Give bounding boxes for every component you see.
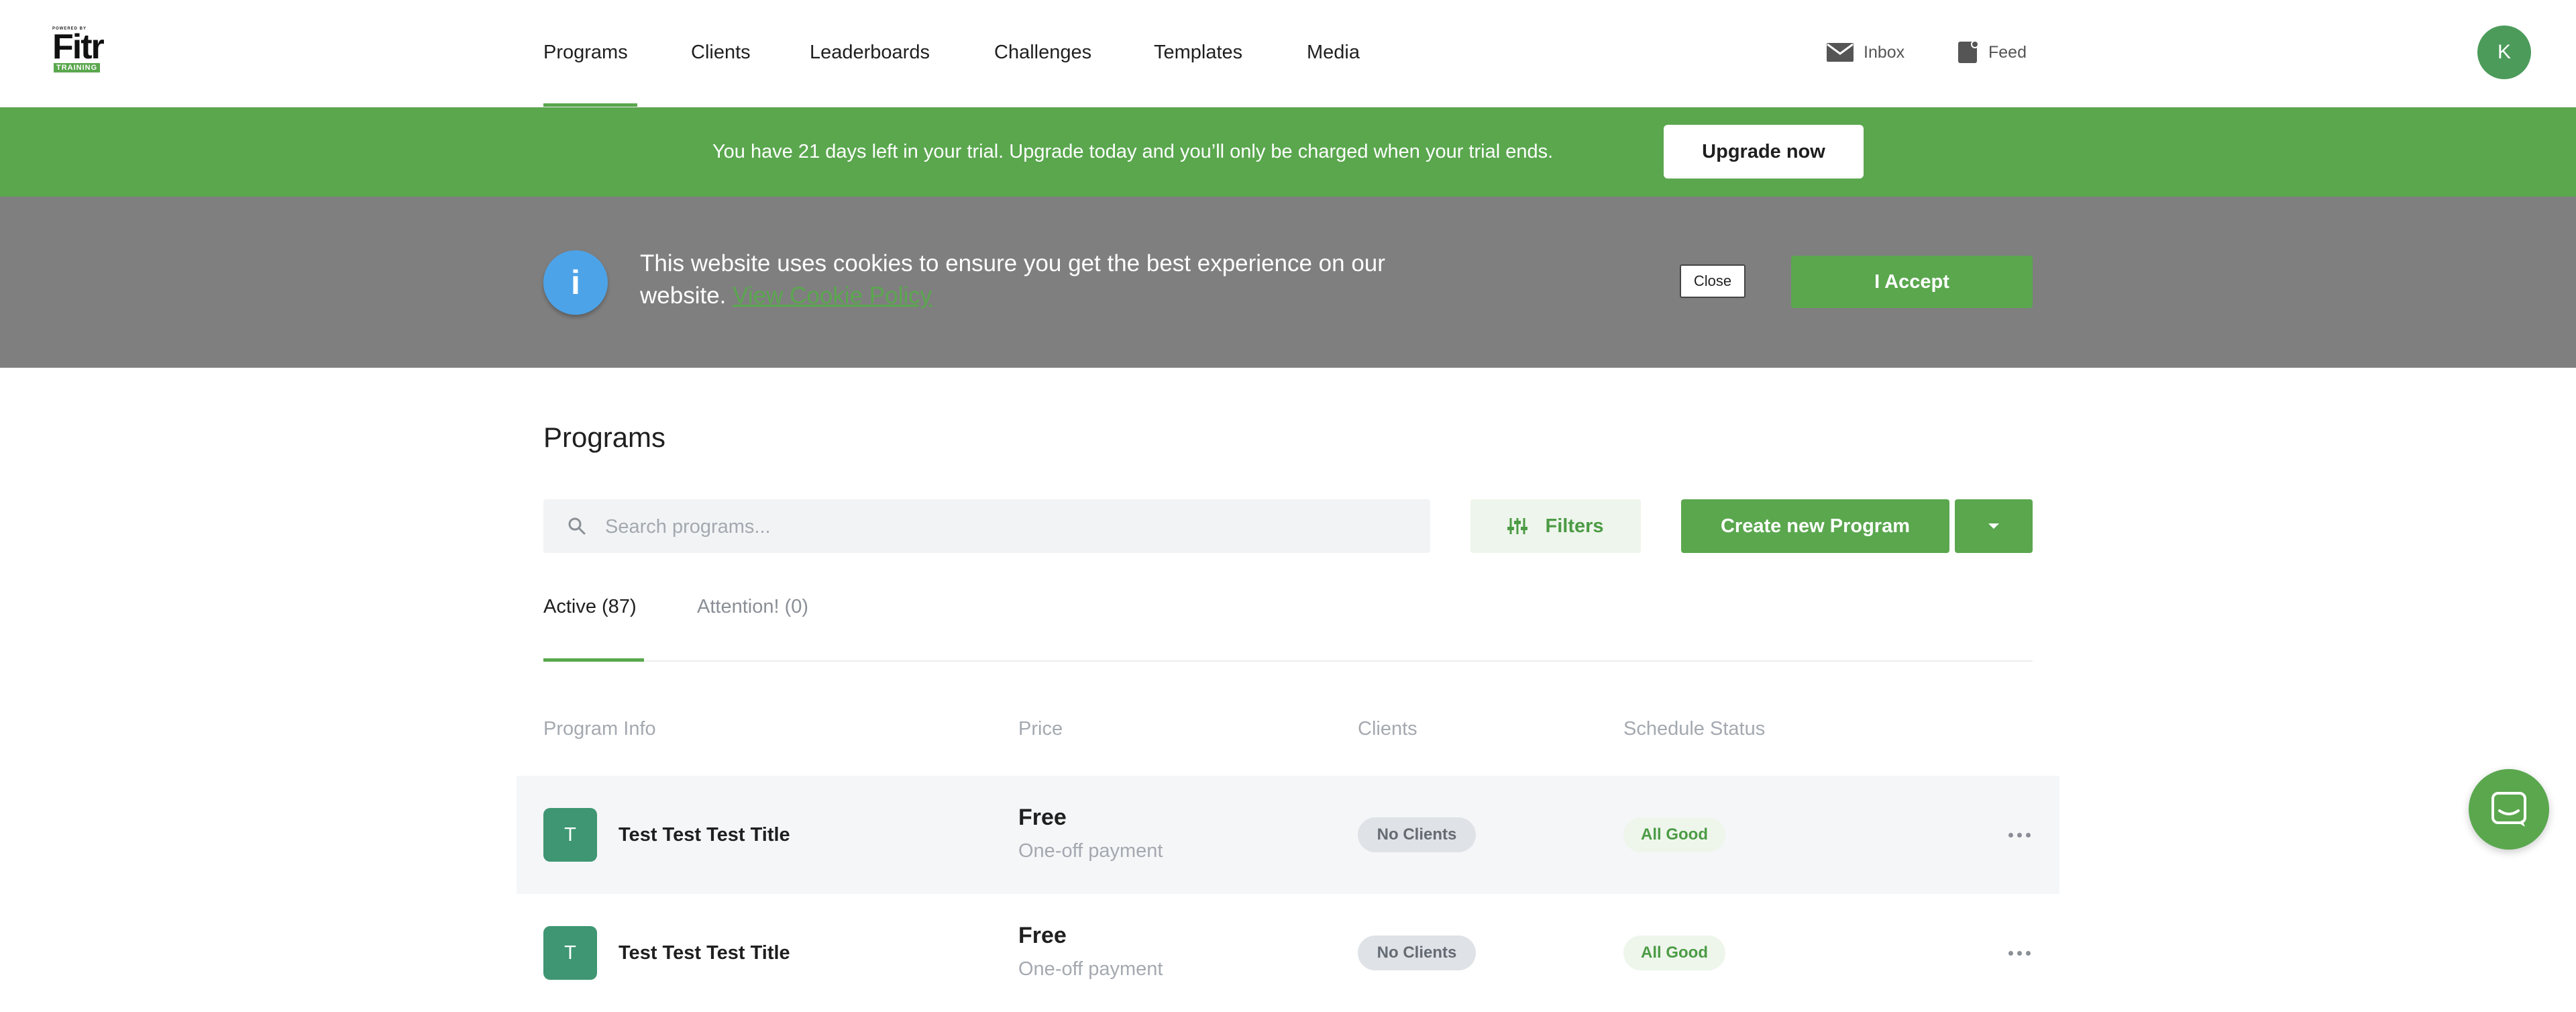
- feed-link[interactable]: Feed: [1957, 39, 2027, 66]
- more-options-icon[interactable]: [1999, 823, 2039, 847]
- cookie-accept-button[interactable]: I Accept: [1791, 256, 2033, 308]
- program-price-type: One-off payment: [1018, 958, 1163, 980]
- program-title[interactable]: Test Test Test Title: [619, 821, 790, 848]
- search-box: [543, 499, 1430, 554]
- program-price: Free: [1018, 805, 1067, 830]
- nav-leaderboards[interactable]: Leaderboards: [810, 39, 930, 66]
- feed-label: Feed: [1988, 43, 2027, 62]
- filters-label: Filters: [1545, 515, 1604, 537]
- status-badge: All Good: [1623, 817, 1725, 852]
- top-navigation: POWERED BY Fitr TRAINING Programs Client…: [0, 0, 2576, 107]
- page-title: Programs: [543, 421, 666, 453]
- logo-word: Fitr: [52, 28, 105, 66]
- chat-icon: [2491, 792, 2526, 827]
- nav-active-indicator: [543, 103, 637, 107]
- nav-programs[interactable]: Programs: [543, 39, 628, 66]
- program-avatar: T: [543, 808, 597, 862]
- sliders-icon: [1507, 518, 1528, 534]
- chat-launcher-button[interactable]: [2469, 769, 2549, 850]
- trial-banner: You have 21 days left in your trial. Upg…: [0, 107, 2576, 197]
- create-program-button[interactable]: Create new Program: [1681, 499, 1949, 553]
- clients-badge: No Clients: [1358, 817, 1476, 852]
- upgrade-now-button[interactable]: Upgrade now: [1664, 125, 1864, 179]
- column-schedule-status: Schedule Status: [1623, 718, 1766, 740]
- nav-challenges[interactable]: Challenges: [994, 39, 1091, 66]
- search-input[interactable]: [604, 499, 1411, 554]
- trial-message: You have 21 days left in your trial. Upg…: [712, 141, 1554, 162]
- caret-down-icon: [1988, 523, 1999, 529]
- tab-attention[interactable]: Attention! (0): [697, 593, 808, 620]
- tab-active[interactable]: Active (87): [543, 593, 637, 620]
- program-price: Free: [1018, 923, 1067, 948]
- table-row[interactable]: T Test Test Test Title Free One-off paym…: [517, 776, 2059, 894]
- program-price-type: One-off payment: [1018, 840, 1163, 862]
- fitr-logo[interactable]: POWERED BY Fitr TRAINING: [52, 27, 110, 74]
- create-options-dropdown[interactable]: [1955, 499, 2033, 553]
- clients-badge: No Clients: [1358, 935, 1476, 970]
- tabs-divider: [543, 660, 2033, 662]
- search-icon: [568, 517, 586, 535]
- cookie-message: This website uses cookies to ensure you …: [640, 248, 1405, 312]
- cookie-banner: i This website uses cookies to ensure yo…: [0, 197, 2576, 368]
- nav-clients[interactable]: Clients: [691, 39, 751, 66]
- column-program-info: Program Info: [543, 718, 656, 740]
- logo-tag: TRAINING: [54, 63, 101, 72]
- more-options-icon[interactable]: [1999, 941, 2039, 965]
- nav-media[interactable]: Media: [1307, 39, 1360, 66]
- cookie-policy-link[interactable]: View Cookie Policy: [733, 283, 932, 309]
- info-icon: i: [543, 250, 608, 315]
- program-avatar: T: [543, 926, 597, 980]
- column-price: Price: [1018, 718, 1063, 740]
- column-clients: Clients: [1358, 718, 1417, 740]
- cookie-close-button[interactable]: Close: [1680, 264, 1746, 298]
- program-title[interactable]: Test Test Test Title: [619, 940, 790, 966]
- nav-templates[interactable]: Templates: [1154, 39, 1242, 66]
- status-badge: All Good: [1623, 935, 1725, 970]
- feed-icon: [1958, 40, 1979, 63]
- user-avatar[interactable]: K: [2477, 26, 2531, 79]
- mail-icon: [1827, 43, 1854, 62]
- inbox-label: Inbox: [1864, 43, 1905, 62]
- tab-active-indicator: [543, 658, 644, 662]
- inbox-link[interactable]: Inbox: [1826, 39, 1904, 66]
- filters-button[interactable]: Filters: [1470, 499, 1641, 553]
- table-row[interactable]: T Test Test Test Title Free One-off paym…: [517, 894, 2059, 1012]
